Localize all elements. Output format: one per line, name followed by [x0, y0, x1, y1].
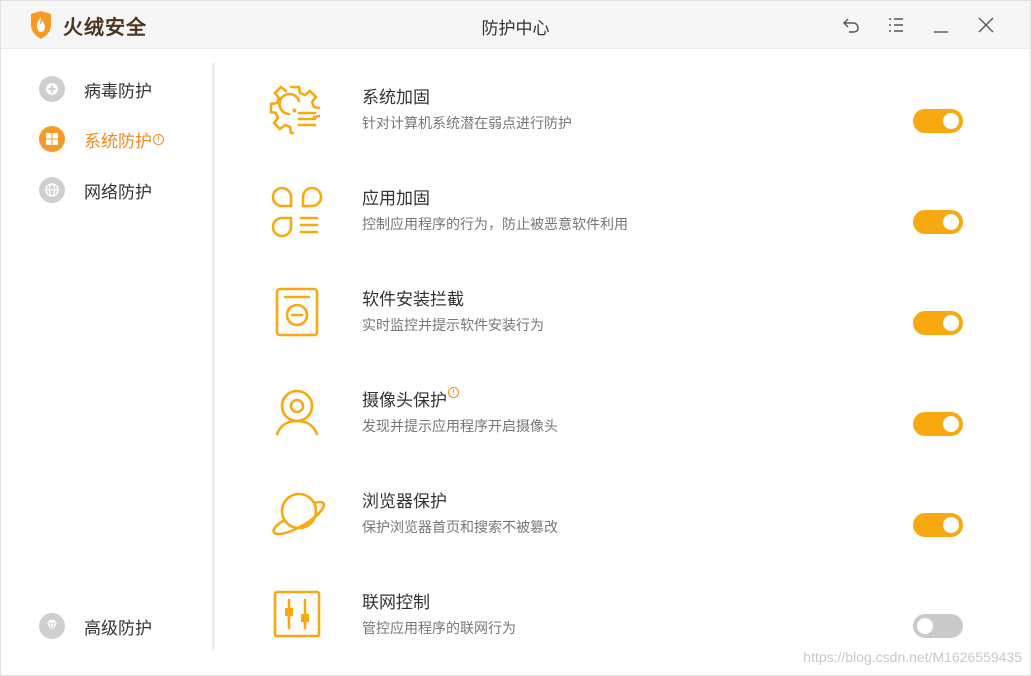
sliders-icon: [273, 590, 321, 638]
webcam-icon: [275, 389, 319, 436]
browser-protection-toggle[interactable]: [913, 513, 963, 537]
close-icon: [978, 17, 993, 33]
window-controls: [828, 13, 1008, 37]
app-window: 火绒安全 防护中心 病毒防护 系统防护 ! 网络防护 高级防护 系统加固 针对计…: [0, 0, 1031, 676]
alert-icon: !: [448, 387, 459, 398]
protection-item-browser: 浏览器保护 保护浏览器首页和搜索不被篡改: [263, 487, 983, 577]
sidebar-item-virus-protection[interactable]: 病毒防护: [39, 75, 152, 103]
item-title: 浏览器保护: [362, 492, 447, 512]
apps-list-icon: [271, 186, 323, 238]
windows-icon: [39, 126, 65, 152]
back-icon: [842, 18, 859, 33]
minimize-icon: [933, 31, 948, 33]
item-description: 控制应用程序的行为，防止被恶意软件利用: [362, 217, 628, 233]
toggle-knob: [943, 416, 959, 432]
sidebar-item-network-protection[interactable]: 网络防护: [39, 176, 152, 204]
protection-item-system-hardening: 系统加固 针对计算机系统潜在弱点进行防护: [263, 83, 983, 173]
sidebar-divider: [212, 63, 215, 650]
back-button[interactable]: [828, 13, 873, 37]
toggle-knob: [943, 214, 959, 230]
item-title: 系统加固: [362, 88, 430, 108]
sidebar-item-label: 病毒防护: [84, 81, 152, 102]
app-hardening-toggle[interactable]: [913, 210, 963, 234]
network-control-toggle[interactable]: [913, 614, 963, 638]
item-description: 实时监控并提示软件安装行为: [362, 318, 544, 334]
menu-button[interactable]: [873, 13, 918, 37]
sidebar-item-advanced-protection[interactable]: 高级防护: [39, 612, 152, 640]
item-description: 发现并提示应用程序开启摄像头: [362, 419, 558, 435]
item-description: 管控应用程序的联网行为: [362, 621, 516, 637]
minimize-button[interactable]: [918, 13, 963, 37]
toggle-knob: [917, 618, 933, 634]
item-title: 摄像头保护!: [362, 386, 459, 411]
plus-shield-icon: [39, 76, 65, 102]
toggle-knob: [943, 517, 959, 533]
item-description: 保护浏览器首页和搜索不被篡改: [362, 520, 558, 536]
toggle-knob: [943, 315, 959, 331]
install-block-icon: [275, 287, 319, 337]
diamond-icon: [39, 613, 65, 639]
protection-item-webcam: 摄像头保护! 发现并提示应用程序开启摄像头: [263, 386, 983, 476]
close-button[interactable]: [963, 13, 1008, 37]
item-title: 软件安装拦截: [362, 290, 464, 310]
planet-icon: [272, 492, 325, 536]
sidebar-item-label: 系统防护: [84, 131, 152, 152]
globe-icon: [39, 177, 65, 203]
item-title: 应用加固: [362, 189, 430, 209]
sidebar-item-label: 高级防护: [84, 618, 152, 639]
item-title-text: 摄像头保护: [362, 391, 447, 411]
gear-list-icon: [269, 85, 321, 135]
toggle-knob: [943, 113, 959, 129]
item-title: 联网控制: [362, 593, 430, 613]
item-description: 针对计算机系统潜在弱点进行防护: [362, 116, 572, 132]
install-block-toggle[interactable]: [913, 311, 963, 335]
alert-icon: !: [153, 134, 164, 145]
system-hardening-toggle[interactable]: [913, 109, 963, 133]
sidebar-item-system-protection[interactable]: 系统防护 !: [39, 125, 164, 153]
watermark: https://blog.csdn.net/M1626559435: [803, 649, 1022, 665]
webcam-protection-toggle[interactable]: [913, 412, 963, 436]
sidebar-item-label: 网络防护: [84, 182, 152, 203]
title-bar: 火绒安全 防护中心: [1, 1, 1030, 49]
protection-item-app-hardening: 应用加固 控制应用程序的行为，防止被恶意软件利用: [263, 184, 983, 274]
protection-item-install-block: 软件安装拦截 实时监控并提示软件安装行为: [263, 285, 983, 375]
menu-icon: [888, 18, 903, 32]
